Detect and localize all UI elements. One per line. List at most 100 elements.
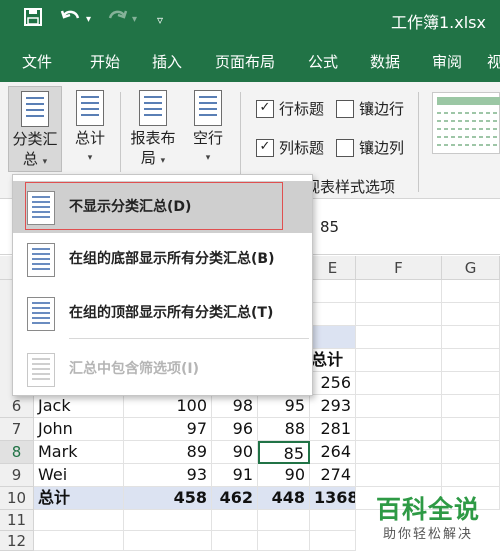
watermark: 百科全说 助你轻松解决	[376, 490, 500, 551]
grand-totals-button[interactable]: 总计 ▾	[70, 90, 110, 168]
value-cell[interactable]: 98	[212, 395, 258, 418]
cell[interactable]	[310, 303, 356, 326]
total-cell[interactable]: 293	[310, 395, 356, 418]
selected-cell[interactable]: 85	[258, 441, 310, 464]
name-cell[interactable]: John	[34, 418, 124, 441]
cell[interactable]	[442, 464, 500, 487]
grand-total-value[interactable]: 462	[212, 487, 258, 510]
cell[interactable]	[356, 372, 442, 395]
cell[interactable]	[442, 326, 500, 349]
row-header-10[interactable]: 10	[0, 487, 34, 510]
total-cell[interactable]: 281	[310, 418, 356, 441]
row-header-8[interactable]: 8	[0, 441, 34, 464]
pivot-style-gallery[interactable]	[432, 92, 500, 154]
value-cell[interactable]: 93	[124, 464, 212, 487]
cell[interactable]	[34, 510, 124, 531]
grand-total-sum[interactable]: 1368	[310, 487, 356, 510]
value-cell[interactable]: 95	[258, 395, 310, 418]
col-headers-label: 列标题	[279, 139, 325, 157]
cell[interactable]	[124, 510, 212, 531]
banded-rows-checkbox[interactable]	[336, 100, 354, 118]
cell[interactable]	[258, 510, 310, 531]
value-cell[interactable]: 88	[258, 418, 310, 441]
cell[interactable]	[442, 441, 500, 464]
name-cell[interactable]: Mark	[34, 441, 124, 464]
total-cell[interactable]: 264	[310, 441, 356, 464]
row-header-7[interactable]: 7	[0, 418, 34, 441]
blank-rows-button[interactable]: 空行 ▾	[188, 90, 228, 168]
row-header-12[interactable]: 12	[0, 531, 34, 551]
cell[interactable]	[442, 395, 500, 418]
value-cell[interactable]: 100	[124, 395, 212, 418]
value-cell[interactable]: 89	[124, 441, 212, 464]
header-total-cell[interactable]: 总计	[310, 349, 356, 372]
banded-rows-label: 镶边行	[359, 100, 405, 118]
cell[interactable]	[442, 303, 500, 326]
menu-item-subtotals-top[interactable]: 在组的顶部显示所有分类汇总(T)	[13, 287, 312, 339]
save-icon[interactable]	[24, 8, 42, 33]
name-cell[interactable]: Jack	[34, 395, 124, 418]
value-cell[interactable]: 96	[212, 418, 258, 441]
tab-formulas[interactable]: 公式	[308, 51, 338, 72]
report-layout-button[interactable]: 报表布 局 ▾	[128, 90, 178, 171]
menu-item-no-subtotals[interactable]: 不显示分类汇总(D)	[13, 181, 312, 233]
undo-dropdown-icon[interactable]: ▾	[86, 8, 91, 32]
cell[interactable]	[356, 326, 442, 349]
tab-file[interactable]: 文件	[22, 51, 52, 72]
cell[interactable]	[34, 531, 124, 551]
cell[interactable]	[356, 418, 442, 441]
column-header-f[interactable]: F	[356, 256, 442, 280]
customize-qat-icon[interactable]: ▿	[157, 8, 163, 32]
col-headers-checkbox[interactable]: ✓	[256, 139, 274, 157]
cell[interactable]	[258, 531, 310, 551]
name-cell[interactable]: Wei	[34, 464, 124, 487]
cell[interactable]	[310, 510, 356, 531]
total-cell[interactable]: 274	[310, 464, 356, 487]
tab-view[interactable]: 视	[487, 51, 500, 72]
tab-data[interactable]: 数据	[370, 51, 400, 72]
report-layout-label: 报表布	[130, 129, 176, 147]
row-headers-checkbox[interactable]: ✓	[256, 100, 274, 118]
value-cell[interactable]: 97	[124, 418, 212, 441]
cell[interactable]: 256	[310, 372, 356, 395]
cell[interactable]	[212, 510, 258, 531]
cell[interactable]	[356, 303, 442, 326]
grand-total-label[interactable]: 总计	[34, 487, 124, 510]
tab-home[interactable]: 开始	[90, 51, 120, 72]
cell[interactable]	[356, 349, 442, 372]
row-header-11[interactable]: 11	[0, 510, 34, 531]
tab-page-layout[interactable]: 页面布局	[215, 51, 275, 72]
grand-total-value[interactable]: 458	[124, 487, 212, 510]
cell[interactable]	[356, 464, 442, 487]
cell[interactable]	[356, 395, 442, 418]
cell[interactable]	[356, 280, 442, 303]
subtotals-button[interactable]: 分类汇 总 ▾	[8, 86, 62, 172]
formula-input[interactable]: 85	[320, 218, 339, 236]
menu-item-include-filtered[interactable]: 汇总中包含筛选项(I)	[13, 343, 312, 395]
cell[interactable]	[442, 372, 500, 395]
row-header-6[interactable]: 6	[0, 395, 34, 418]
cell[interactable]	[310, 326, 356, 349]
column-header-g[interactable]: G	[442, 256, 500, 280]
cell[interactable]	[356, 441, 442, 464]
cell[interactable]	[124, 531, 212, 551]
cell[interactable]	[212, 531, 258, 551]
cell[interactable]	[310, 531, 356, 551]
column-header-e[interactable]: E	[310, 256, 356, 280]
row-header-9[interactable]: 9	[0, 464, 34, 487]
redo-dropdown-icon[interactable]: ▾	[132, 8, 137, 32]
redo-icon[interactable]	[106, 8, 128, 33]
cell[interactable]	[442, 418, 500, 441]
tab-insert[interactable]: 插入	[152, 51, 182, 72]
banded-cols-checkbox[interactable]	[336, 139, 354, 157]
cell[interactable]	[442, 280, 500, 303]
tab-review[interactable]: 审阅	[432, 51, 462, 72]
value-cell[interactable]: 91	[212, 464, 258, 487]
grand-total-value[interactable]: 448	[258, 487, 310, 510]
value-cell[interactable]: 90	[258, 464, 310, 487]
cell[interactable]	[442, 349, 500, 372]
undo-icon[interactable]	[60, 8, 82, 33]
menu-item-subtotals-bottom[interactable]: 在组的底部显示所有分类汇总(B)	[13, 233, 312, 285]
cell[interactable]	[310, 280, 356, 303]
value-cell[interactable]: 90	[212, 441, 258, 464]
